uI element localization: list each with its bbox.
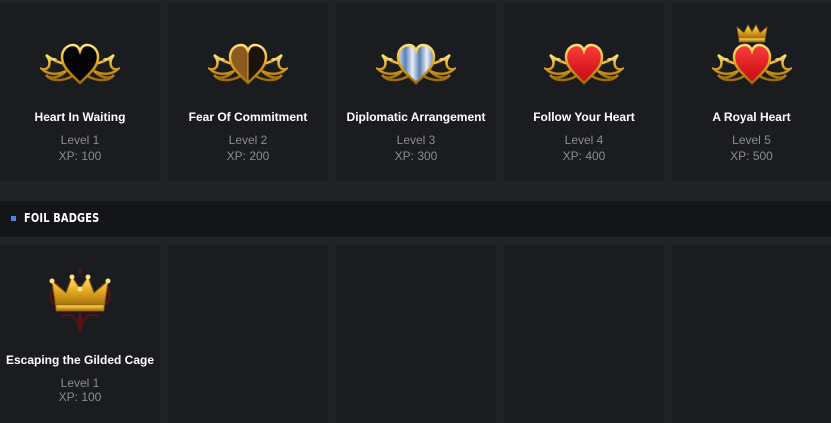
gilded-crown-icon xyxy=(0,267,160,347)
empty-badge-slot xyxy=(672,245,831,423)
badge-card[interactable]: Heart In Waiting Level 1 XP: 100 xyxy=(0,3,160,181)
badge-xp: XP: 300 xyxy=(394,149,438,163)
badge-level: Level 5 xyxy=(732,133,771,147)
badge-name: Heart In Waiting xyxy=(34,110,126,124)
section-title: FOIL BADGES xyxy=(24,211,100,225)
section-marker-icon xyxy=(11,216,16,221)
badge-level: Level 1 xyxy=(60,133,100,147)
badge-xp: XP: 100 xyxy=(58,390,102,404)
badge-xp: XP: 200 xyxy=(226,149,270,163)
foil-badges-header: FOIL BADGES xyxy=(0,201,831,237)
badge-xp: XP: 500 xyxy=(730,149,773,163)
badge-name: Fear Of Commitment xyxy=(188,110,308,124)
foil-badges-row: Escaping the Gilded Cage Level 1 XP: 100 xyxy=(0,244,831,423)
level-badges-row: Heart In Waiting Level 1 XP: 100 Fear Of… xyxy=(0,0,831,181)
badge-name: Follow Your Heart xyxy=(533,110,635,124)
badge-level: Level 2 xyxy=(228,133,268,147)
empty-badge-slot xyxy=(336,245,496,423)
badge-card[interactable]: Escaping the Gilded Cage Level 1 XP: 100 xyxy=(0,245,160,423)
black-heart-icon xyxy=(0,25,160,105)
badge-xp: XP: 100 xyxy=(58,149,102,163)
badge-card[interactable]: A Royal Heart Level 5 XP: 500 xyxy=(672,3,831,181)
badge-name: A Royal Heart xyxy=(712,110,791,124)
red-heart-icon xyxy=(504,25,664,105)
badge-name: Diplomatic Arrangement xyxy=(346,110,486,124)
badge-level: Level 3 xyxy=(396,133,436,147)
badge-card[interactable]: Diplomatic Arrangement Level 3 XP: 300 xyxy=(336,3,496,181)
badge-card[interactable]: Fear Of Commitment Level 2 XP: 200 xyxy=(168,3,328,181)
badge-name: Escaping the Gilded Cage xyxy=(5,353,155,367)
empty-badge-slot xyxy=(504,245,664,423)
empty-badge-slot xyxy=(168,245,328,423)
striped-heart-icon xyxy=(336,25,496,105)
badge-card[interactable]: Follow Your Heart Level 4 XP: 400 xyxy=(504,3,664,181)
crowned-heart-icon xyxy=(672,23,831,103)
split-heart-icon xyxy=(168,25,328,105)
badge-level: Level 4 xyxy=(564,133,604,147)
badge-level: Level 1 xyxy=(60,376,100,390)
badge-xp: XP: 400 xyxy=(562,149,606,163)
